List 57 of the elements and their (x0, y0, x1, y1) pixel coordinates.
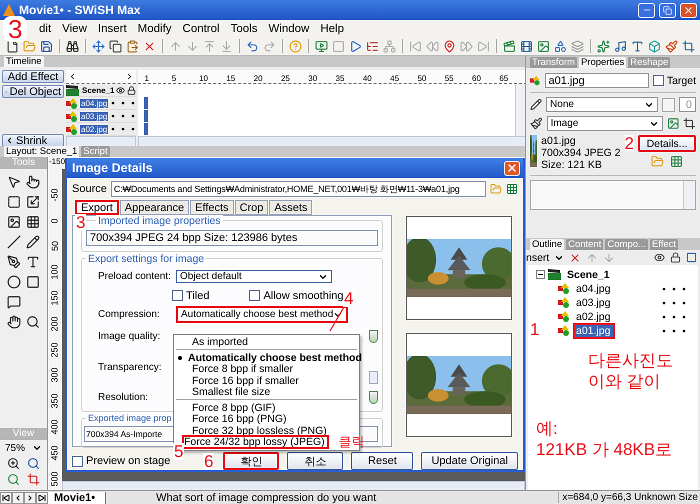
ruler-number: 55 (444, 74, 455, 83)
status-coords: x=684,0 y=66,3 Unknown Size (558, 492, 700, 503)
ruler-number: 50 (50, 241, 60, 252)
step-number: 6 (203, 453, 214, 470)
group-legend: Imported image properties (96, 215, 223, 227)
field-label: Image quality: (98, 330, 162, 342)
ruler-number: 150 (50, 290, 60, 306)
field-label: Resolution: (98, 392, 150, 402)
ruler-number: 450 (50, 445, 60, 460)
ruler-number: 10 (199, 74, 209, 83)
ruler-number: 65 (499, 74, 510, 83)
ruler-number: 35 (336, 74, 346, 83)
step-number: 3 (75, 214, 86, 231)
ruler-number: 1 (144, 74, 150, 83)
ruler-number: 300 (50, 368, 60, 383)
field-label: Compression: (98, 309, 161, 320)
ruler-number: 200 (50, 316, 60, 332)
ruler-number: 400 (50, 420, 60, 435)
image-info: 700x394 JPEG 2 (541, 147, 621, 159)
ruler-number: 45 (390, 74, 400, 83)
imported-field: 700x394 JPEG 24 bpp Size: 123986 bytes (86, 230, 378, 246)
annotation-note: 클릭 (338, 433, 365, 452)
ruler-number: 5 (172, 74, 178, 83)
annotation-note: 다른사진도 이와 같이 (588, 350, 674, 392)
image-size: Size: 121 KB (541, 159, 603, 171)
source-label: Source (72, 183, 107, 195)
ruler-number: 500 (50, 471, 60, 486)
ruler-number: 350 (50, 394, 60, 409)
group-legend: Export settings for image (86, 253, 206, 265)
ruler-number: -150 (49, 157, 66, 168)
ruler-number: 250 (50, 342, 60, 358)
group-legend: Exported image prop (86, 413, 174, 423)
field-label: Preload content: (98, 271, 172, 282)
field-label: Transparency: (98, 362, 163, 372)
step-number: 3 (3, 16, 28, 42)
image-name: a01.jpg (541, 135, 577, 147)
ruler-number: 20 (254, 74, 264, 83)
ruler-number: 15 (226, 74, 236, 83)
step-number: 2 (624, 135, 634, 152)
step-number: 4 (343, 290, 354, 307)
step-number: 5 (173, 443, 184, 460)
ruler-number: 25 (280, 74, 291, 83)
ruler-number: 40 (362, 74, 373, 83)
ruler-number: 30 (308, 74, 318, 83)
ruler-number: -50 (50, 188, 60, 202)
tools-header: Tools (0, 157, 47, 169)
window-title: Movie1• - SWiSH Max (19, 3, 142, 17)
ruler-number: 50 (417, 74, 428, 83)
step-number: 1 (530, 321, 540, 338)
annotation-note: 예: (536, 418, 559, 439)
view-header: View (0, 428, 47, 440)
ruler-number: 60 (472, 74, 482, 83)
annotation-note: 121KB 가 48KB로 (536, 439, 674, 460)
ruler-number: 100 (50, 264, 60, 280)
status-message: What sort of image compression do you want (156, 492, 378, 504)
dialog-title: Image Details (72, 161, 153, 175)
ruler-number: 0 (50, 218, 60, 224)
